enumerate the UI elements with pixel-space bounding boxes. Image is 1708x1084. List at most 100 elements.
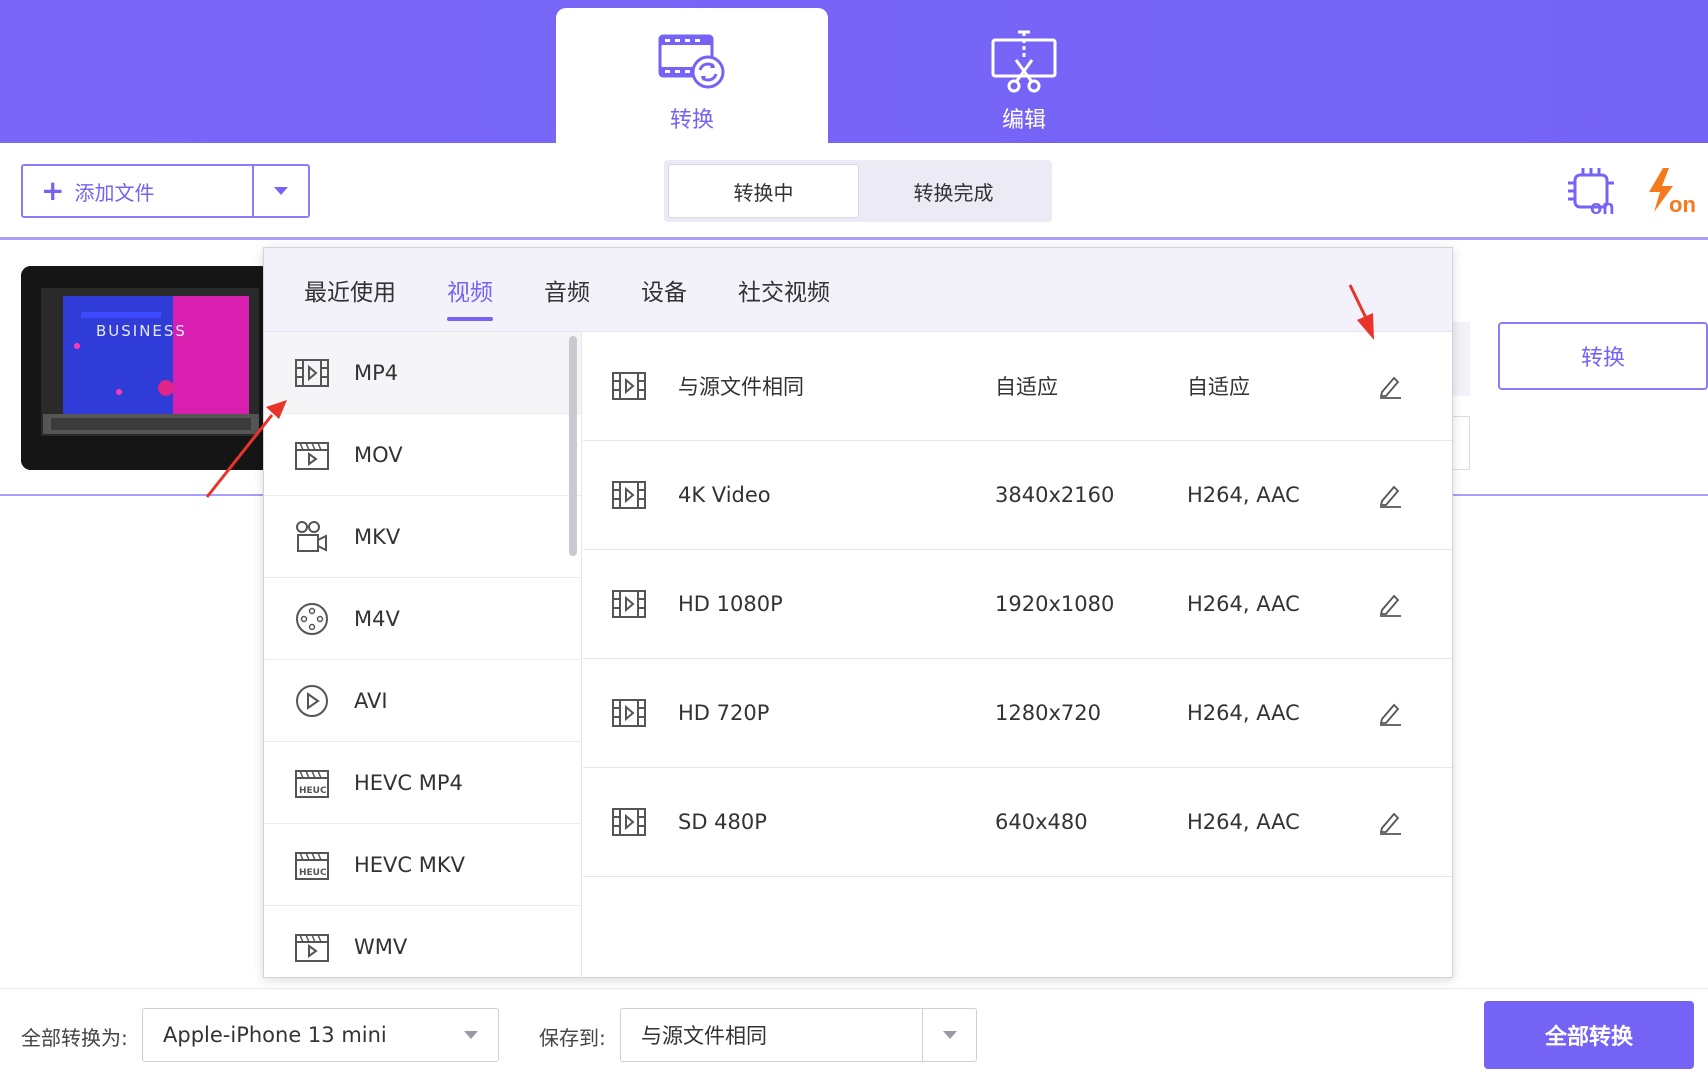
thumbnail-text: BUSINESS: [96, 322, 187, 340]
save-to-value: 与源文件相同: [641, 1024, 767, 1048]
preset-codec: H264, AAC: [1187, 483, 1300, 507]
format-item-hevc-mp4[interactable]: HEUC HEVC MP4: [264, 742, 581, 824]
convert-all-to-select[interactable]: Apple-iPhone 13 mini: [142, 1008, 499, 1062]
hevc-icon: HEUC: [295, 769, 329, 798]
edit-icon[interactable]: [1377, 700, 1403, 726]
add-file-button[interactable]: + 添加文件: [23, 166, 254, 216]
format-label: MP4: [354, 360, 399, 385]
preset-resolution: 3840x2160: [995, 483, 1115, 507]
format-label: MOV: [354, 442, 403, 467]
convert-button[interactable]: 转换: [1498, 322, 1708, 390]
format-item-avi[interactable]: AVI: [264, 660, 581, 742]
format-item-hevc-mkv[interactable]: HEUC HEVC MKV: [264, 824, 581, 906]
preset-row[interactable]: 4K Video 3840x2160 H264, AAC: [583, 441, 1452, 550]
preset-codec: H264, AAC: [1187, 592, 1300, 616]
svg-text:HEUC: HEUC: [299, 786, 327, 796]
convert-all-to-label: 全部转换为:: [21, 1026, 128, 1050]
film-icon: [612, 372, 646, 400]
film-icon: [295, 358, 329, 387]
preset-row[interactable]: HD 720P 1280x720 H264, AAC: [583, 659, 1452, 768]
save-to-label: 保存到:: [539, 1026, 606, 1050]
svg-text:on: on: [1590, 197, 1614, 218]
toolbar-divider: [0, 237, 1708, 240]
preset-name: SD 480P: [678, 810, 767, 834]
edit-icon[interactable]: [1377, 373, 1403, 399]
preset-row[interactable]: 与源文件相同 自适应 自适应: [583, 332, 1452, 441]
preset-list: 与源文件相同 自适应 自适应 4K Video 3840x2160 H264, …: [583, 332, 1452, 877]
edit-icon[interactable]: [1377, 591, 1403, 617]
svg-text:HEUC: HEUC: [299, 868, 327, 878]
format-list-scrollbar[interactable]: [569, 336, 577, 556]
format-selection-popup: 最近使用 视频 音频 设备 社交视频 MP4 MOV MKV M4V AVI H…: [263, 247, 1453, 978]
tab-device[interactable]: 设备: [641, 273, 687, 307]
chevron-down-icon: [274, 187, 288, 195]
film-icon: [612, 808, 646, 836]
preset-name: 与源文件相同: [678, 375, 804, 399]
file-output-panel: [1452, 416, 1470, 470]
tab-converting[interactable]: 转换中: [668, 164, 859, 218]
svg-text:on: on: [1669, 192, 1695, 217]
chevron-down-icon: [444, 1009, 498, 1061]
gpu-on-icon[interactable]: on: [1566, 166, 1618, 218]
preset-codec: 自适应: [1187, 375, 1250, 399]
preset-codec: H264, AAC: [1187, 810, 1300, 834]
format-category-tabs: 最近使用 视频 音频 设备 社交视频: [264, 248, 1452, 332]
film-icon: [612, 590, 646, 618]
format-list: MP4 MOV MKV M4V AVI HEUC HEVC MP4 HEUC H…: [264, 332, 582, 978]
format-label: MKV: [354, 524, 401, 549]
edit-icon[interactable]: [1377, 482, 1403, 508]
format-item-m4v[interactable]: M4V: [264, 578, 581, 660]
tab-audio[interactable]: 音频: [544, 273, 590, 307]
file-info-panel: [1452, 322, 1470, 396]
add-file-label: 添加文件: [74, 180, 155, 205]
format-label: HEVC MKV: [354, 852, 466, 877]
tab-recent[interactable]: 最近使用: [304, 273, 396, 307]
format-label: WMV: [354, 934, 408, 959]
play-circle-icon: [296, 684, 328, 717]
preset-resolution: 640x480: [995, 810, 1088, 834]
preset-row[interactable]: SD 480P 640x480 H264, AAC: [583, 768, 1452, 877]
clapper-icon: [295, 933, 329, 962]
hevc-icon: HEUC: [295, 851, 329, 880]
preset-name: 4K Video: [678, 483, 771, 507]
preset-resolution: 1280x720: [995, 701, 1101, 725]
preset-name: HD 720P: [678, 701, 770, 725]
format-item-wmv[interactable]: WMV: [264, 906, 581, 978]
camera-icon: [296, 520, 327, 552]
laptop-image: BUSINESS: [21, 266, 271, 470]
conversion-status-switch: 转换中 转换完成: [664, 160, 1052, 222]
format-item-mkv[interactable]: MKV: [264, 496, 581, 578]
add-file-control: + 添加文件: [21, 164, 310, 218]
top-navigation-bar: 转换 编辑: [0, 0, 1708, 143]
tab-social-video[interactable]: 社交视频: [738, 273, 830, 307]
film-convert-icon: [658, 34, 725, 89]
save-to-select[interactable]: 与源文件相同: [620, 1008, 977, 1062]
add-file-dropdown[interactable]: [254, 166, 308, 216]
convert-all-button[interactable]: 全部转换: [1484, 1001, 1694, 1069]
edit-icon[interactable]: [1377, 809, 1403, 835]
tab-edit[interactable]: 编辑: [888, 8, 1160, 143]
cut-edit-icon: [991, 30, 1057, 93]
reel-icon: [296, 602, 328, 635]
video-thumbnail[interactable]: BUSINESS: [21, 266, 271, 470]
preset-row[interactable]: HD 1080P 1920x1080 H264, AAC: [583, 550, 1452, 659]
film-icon: [612, 481, 646, 509]
tab-convert[interactable]: 转换: [556, 8, 828, 143]
preset-resolution: 1920x1080: [995, 592, 1115, 616]
format-label: AVI: [354, 688, 388, 713]
tab-convert-label: 转换: [669, 108, 714, 133]
tab-converted[interactable]: 转换完成: [859, 164, 1048, 218]
format-item-mov[interactable]: MOV: [264, 414, 581, 496]
preset-codec: H264, AAC: [1187, 701, 1300, 725]
preset-resolution: 自适应: [995, 375, 1058, 399]
tab-edit-label: 编辑: [1001, 108, 1046, 133]
clapper-icon: [295, 441, 329, 470]
lightning-on-icon[interactable]: on: [1643, 166, 1695, 218]
format-label: HEVC MP4: [354, 770, 463, 795]
convert-all-to-value: Apple-iPhone 13 mini: [163, 1023, 387, 1047]
tab-video[interactable]: 视频: [447, 273, 493, 321]
format-item-mp4[interactable]: MP4: [264, 332, 581, 414]
plus-icon: +: [41, 174, 65, 207]
format-label: M4V: [354, 606, 400, 631]
chevron-down-icon: [922, 1009, 976, 1061]
